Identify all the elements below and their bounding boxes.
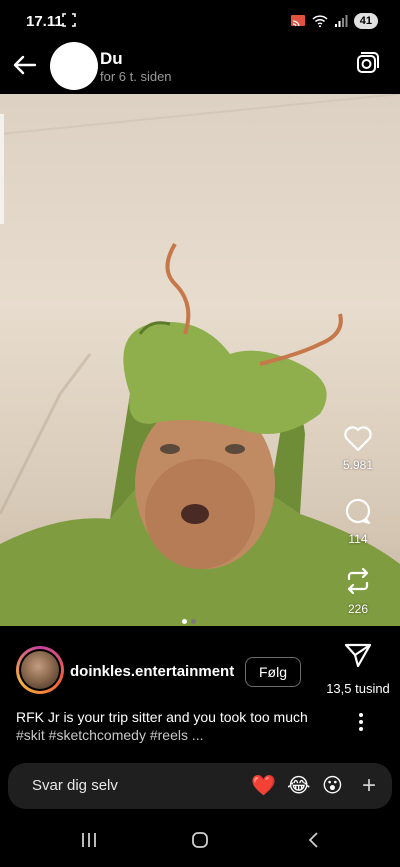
wow-emoji-button[interactable]: 😮 (322, 774, 343, 798)
battery-badge: 41 (353, 13, 378, 29)
poster-username[interactable]: doinkles.entertainment (70, 663, 234, 680)
caption-text: RFK Jr is your trip sitter and you took … (16, 709, 308, 725)
like-action[interactable]: 5.981 (334, 424, 382, 472)
video-edge (0, 114, 4, 224)
more-options-icon[interactable] (356, 712, 366, 732)
reply-bar[interactable]: Svar dig selv ❤️ 😂 😮 + (8, 763, 392, 809)
status-time: 17.11 (26, 13, 63, 30)
wifi-icon (312, 15, 328, 28)
post-info: doinkles.entertainment Følg 13,5 tusind … (0, 626, 400, 761)
reel-video[interactable] (0, 94, 400, 626)
pager-dot-active (182, 619, 187, 624)
heart-icon[interactable] (343, 424, 373, 452)
like-count: 5.981 (342, 458, 374, 472)
back-arrow-icon[interactable] (10, 50, 40, 80)
status-bar: 17.11 41 (0, 0, 400, 42)
system-nav-bar (0, 815, 400, 867)
header-username[interactable]: Du (100, 49, 123, 69)
carousel-pager (182, 619, 196, 624)
laugh-emoji-button[interactable]: 😂 (287, 774, 310, 798)
status-icons: 41 (290, 12, 378, 30)
comment-action[interactable]: 114 (334, 496, 382, 546)
send-icon[interactable] (344, 642, 372, 668)
pager-dot (191, 619, 196, 624)
comment-count: 114 (348, 532, 368, 546)
comment-icon[interactable] (343, 496, 373, 526)
share-count: 13,5 tusind (326, 681, 390, 696)
screenshot-icon (62, 13, 76, 27)
signal-icon (334, 15, 348, 27)
story-header: Du for 6 t. siden (0, 42, 400, 94)
follow-button[interactable]: Følg (245, 657, 301, 687)
reply-input[interactable]: Svar dig selv (32, 777, 118, 794)
repost-action[interactable]: 226 (334, 566, 382, 616)
post-caption[interactable]: RFK Jr is your trip sitter and you took … (16, 708, 316, 744)
nav-back-icon[interactable] (305, 831, 323, 849)
poster-avatar[interactable] (16, 646, 64, 694)
heart-emoji-button[interactable]: ❤️ (251, 774, 276, 798)
video-frame-image (0, 94, 400, 626)
repost-icon[interactable] (343, 566, 373, 596)
home-icon[interactable] (191, 831, 209, 849)
caption-hashtags[interactable]: #skit #sketchcomedy #reels ... (16, 727, 204, 743)
avatar[interactable] (50, 42, 98, 90)
camera-icon[interactable] (354, 50, 380, 76)
cast-icon (290, 15, 305, 27)
share-action[interactable]: 13,5 tusind (322, 642, 394, 696)
plus-icon[interactable]: + (362, 772, 376, 800)
header-timestamp: for 6 t. siden (100, 69, 172, 84)
recent-apps-icon[interactable] (80, 831, 98, 849)
repost-count: 226 (347, 602, 369, 616)
